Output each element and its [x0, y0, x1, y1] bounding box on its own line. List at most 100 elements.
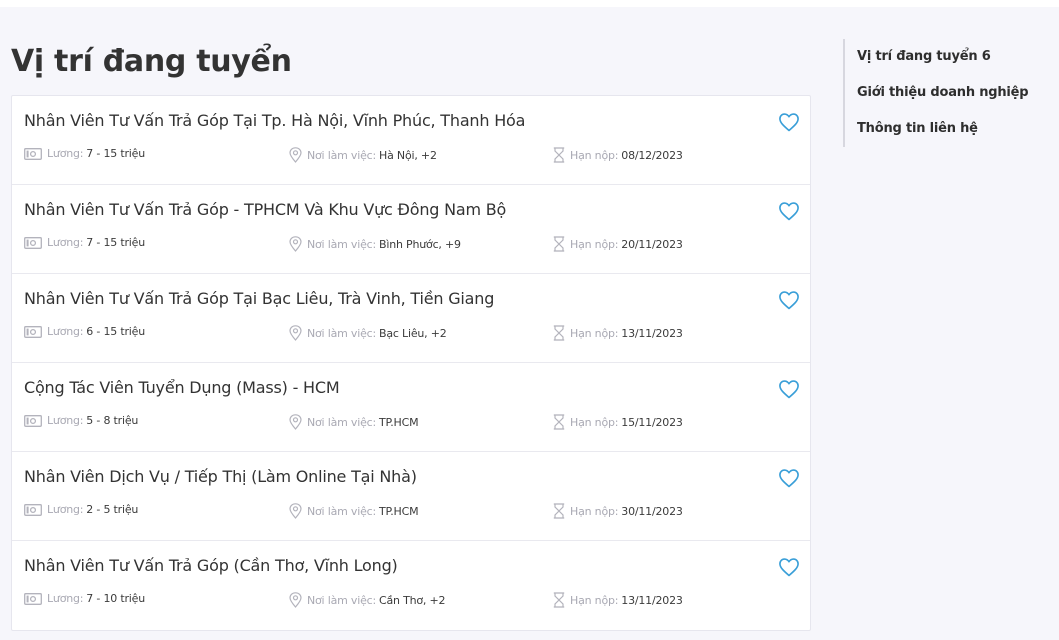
- job-card[interactable]: Cộng Tác Viên Tuyển Dụng (Mass) - HCM Lư…: [12, 363, 810, 452]
- favorite-button[interactable]: [776, 287, 802, 313]
- location-pin-icon: [289, 414, 302, 430]
- job-section: Vị trí đang tuyển Nhân Viên Tư Vấn Trả G…: [11, 7, 811, 631]
- job-card[interactable]: Nhân Viên Dịch Vụ / Tiếp Thị (Làm Online…: [12, 452, 810, 541]
- job-title[interactable]: Nhân Viên Tư Vấn Trả Góp Tại Bạc Liêu, T…: [24, 289, 494, 308]
- location-value: TP.HCM: [379, 504, 419, 518]
- salary-info: Lương: 6 - 15 triệu: [24, 325, 145, 338]
- heart-icon: [779, 202, 799, 221]
- location-info: Nơi làm việc: TP.HCM: [289, 503, 419, 519]
- deadline-label: Hạn nộp:: [570, 326, 619, 340]
- location-pin-icon: [289, 503, 302, 519]
- salary-label: Lương:: [47, 147, 84, 160]
- salary-info: Lương: 7 - 15 triệu: [24, 147, 145, 160]
- hourglass-icon: [553, 147, 565, 163]
- job-meta: Lương: 2 - 5 triệu Nơi làm việc: TP.HCM …: [12, 503, 812, 519]
- side-nav-item[interactable]: Thông tin liên hệ: [857, 111, 1043, 147]
- money-icon: [24, 325, 42, 338]
- location-label: Nơi làm việc:: [307, 148, 377, 162]
- location-value: Hà Nội, +2: [379, 148, 437, 162]
- deadline-info: Hạn nộp: 20/11/2023: [553, 236, 683, 252]
- deadline-label: Hạn nộp:: [570, 415, 619, 429]
- hourglass-icon: [553, 236, 565, 252]
- deadline-info: Hạn nộp: 30/11/2023: [553, 503, 683, 519]
- heart-icon: [779, 291, 799, 310]
- deadline-label: Hạn nộp:: [570, 237, 619, 251]
- favorite-button[interactable]: [776, 198, 802, 224]
- job-title[interactable]: Nhân Viên Tư Vấn Trả Góp - TPHCM Và Khu …: [24, 200, 506, 219]
- location-value: Cần Thơ, +2: [379, 593, 446, 607]
- job-card[interactable]: Nhân Viên Tư Vấn Trả Góp - TPHCM Và Khu …: [12, 185, 810, 274]
- location-label: Nơi làm việc:: [307, 415, 377, 429]
- location-label: Nơi làm việc:: [307, 593, 377, 607]
- deadline-info: Hạn nộp: 13/11/2023: [553, 325, 683, 341]
- location-value: Bạc Liêu, +2: [379, 326, 447, 340]
- job-card[interactable]: Nhân Viên Tư Vấn Trả Góp Tại Bạc Liêu, T…: [12, 274, 810, 363]
- salary-value: 7 - 10 triệu: [86, 592, 145, 605]
- location-value: TP.HCM: [379, 415, 419, 429]
- job-title[interactable]: Cộng Tác Viên Tuyển Dụng (Mass) - HCM: [24, 378, 340, 397]
- location-pin-icon: [289, 147, 302, 163]
- salary-info: Lương: 5 - 8 triệu: [24, 414, 138, 427]
- hourglass-icon: [553, 592, 565, 608]
- favorite-button[interactable]: [776, 376, 802, 402]
- heart-icon: [779, 469, 799, 488]
- deadline-value: 30/11/2023: [621, 504, 683, 518]
- job-title[interactable]: Nhân Viên Tư Vấn Trả Góp Tại Tp. Hà Nội,…: [24, 111, 525, 130]
- salary-value: 2 - 5 triệu: [86, 503, 139, 516]
- job-meta: Lương: 7 - 10 triệu Nơi làm việc: Cần Th…: [12, 592, 812, 608]
- deadline-value: 08/12/2023: [621, 148, 683, 162]
- salary-label: Lương:: [47, 414, 84, 427]
- job-title[interactable]: Nhân Viên Tư Vấn Trả Góp (Cần Thơ, Vĩnh …: [24, 556, 398, 575]
- deadline-label: Hạn nộp:: [570, 504, 619, 518]
- deadline-info: Hạn nộp: 13/11/2023: [553, 592, 683, 608]
- salary-value: 6 - 15 triệu: [86, 325, 145, 338]
- job-card[interactable]: Nhân Viên Tư Vấn Trả Góp (Cần Thơ, Vĩnh …: [12, 541, 810, 630]
- favorite-button[interactable]: [776, 465, 802, 491]
- salary-label: Lương:: [47, 503, 84, 516]
- heart-icon: [779, 558, 799, 577]
- location-pin-icon: [289, 325, 302, 341]
- location-label: Nơi làm việc:: [307, 326, 377, 340]
- deadline-value: 20/11/2023: [621, 237, 683, 251]
- location-info: Nơi làm việc: Bình Phước, +9: [289, 236, 461, 252]
- side-nav-item[interactable]: Giới thiệu doanh nghiệp: [857, 75, 1043, 111]
- deadline-label: Hạn nộp:: [570, 593, 619, 607]
- salary-value: 7 - 15 triệu: [86, 147, 145, 160]
- money-icon: [24, 414, 42, 427]
- deadline-value: 15/11/2023: [621, 415, 683, 429]
- favorite-button[interactable]: [776, 109, 802, 135]
- deadline-value: 13/11/2023: [621, 593, 683, 607]
- job-meta: Lương: 6 - 15 triệu Nơi làm việc: Bạc Li…: [12, 325, 812, 341]
- location-info: Nơi làm việc: Bạc Liêu, +2: [289, 325, 447, 341]
- section-title: Vị trí đang tuyển: [11, 44, 292, 79]
- deadline-info: Hạn nộp: 08/12/2023: [553, 147, 683, 163]
- money-icon: [24, 236, 42, 249]
- location-info: Nơi làm việc: TP.HCM: [289, 414, 419, 430]
- top-strip: [0, 0, 1059, 7]
- side-nav: Vị trí đang tuyển 6 Giới thiệu doanh nghi…: [843, 39, 1043, 147]
- job-list: Nhân Viên Tư Vấn Trả Góp Tại Tp. Hà Nội,…: [11, 95, 811, 631]
- salary-value: 7 - 15 triệu: [86, 236, 145, 249]
- job-title[interactable]: Nhân Viên Dịch Vụ / Tiếp Thị (Làm Online…: [24, 467, 417, 486]
- salary-label: Lương:: [47, 592, 84, 605]
- side-nav-item[interactable]: Vị trí đang tuyển 6: [857, 39, 1043, 75]
- favorite-button[interactable]: [776, 554, 802, 580]
- location-value: Bình Phước, +9: [379, 237, 461, 251]
- location-label: Nơi làm việc:: [307, 237, 377, 251]
- job-meta: Lương: 5 - 8 triệu Nơi làm việc: TP.HCM …: [12, 414, 812, 430]
- hourglass-icon: [553, 325, 565, 341]
- job-meta: Lương: 7 - 15 triệu Nơi làm việc: Hà Nội…: [12, 147, 812, 163]
- salary-info: Lương: 7 - 10 triệu: [24, 592, 145, 605]
- salary-info: Lương: 2 - 5 triệu: [24, 503, 138, 516]
- heart-icon: [779, 380, 799, 399]
- location-label: Nơi làm việc:: [307, 504, 377, 518]
- salary-label: Lương:: [47, 325, 84, 338]
- hourglass-icon: [553, 414, 565, 430]
- job-meta: Lương: 7 - 15 triệu Nơi làm việc: Bình P…: [12, 236, 812, 252]
- deadline-label: Hạn nộp:: [570, 148, 619, 162]
- job-card[interactable]: Nhân Viên Tư Vấn Trả Góp Tại Tp. Hà Nội,…: [12, 96, 810, 185]
- location-pin-icon: [289, 236, 302, 252]
- location-info: Nơi làm việc: Cần Thơ, +2: [289, 592, 446, 608]
- money-icon: [24, 147, 42, 160]
- salary-info: Lương: 7 - 15 triệu: [24, 236, 145, 249]
